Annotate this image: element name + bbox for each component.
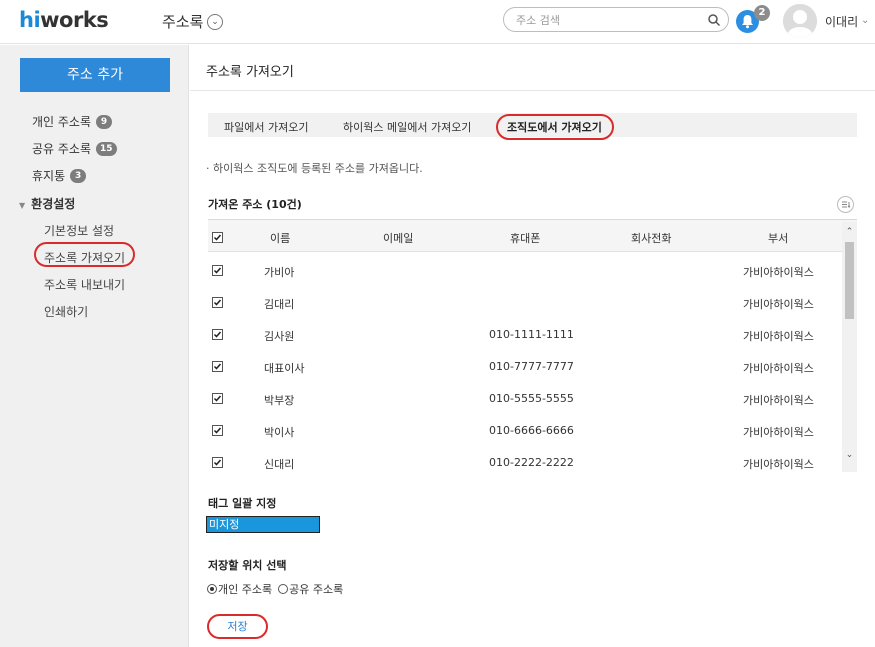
tag-title: 태그 일괄 지정: [208, 497, 277, 510]
list-sort-icon: [842, 201, 851, 209]
highlight-oval: [496, 114, 614, 140]
table-row[interactable]: 가비아 가비아하이웍스: [208, 254, 842, 286]
column-header-phone[interactable]: 회사전화: [631, 230, 671, 246]
cell-name: 대표이사: [264, 362, 305, 375]
scroll-down-icon[interactable]: ⌄: [844, 450, 855, 461]
top-header: hiworks 주소록 ⌄ 2 이대리 ⌄: [0, 0, 875, 44]
tab-mail-import[interactable]: 하이웍스 메일에서 가져오기: [343, 119, 471, 135]
check-icon: [213, 331, 222, 338]
user-icon: [783, 4, 817, 38]
cell-name: 박부장: [264, 394, 295, 407]
collapse-arrow-icon: ▼: [19, 201, 26, 210]
check-icon: [213, 234, 222, 241]
user-name[interactable]: 이대리: [825, 13, 858, 30]
row-checkbox[interactable]: [212, 329, 223, 340]
cell-name: 박이사: [264, 426, 295, 439]
check-icon: [213, 395, 222, 402]
page-title: 주소록 가져오기: [206, 65, 294, 80]
table-row[interactable]: 김대리 가비아하이웍스: [208, 286, 842, 318]
table-header: 이름 이메일 휴대폰 회사전화 부서: [208, 219, 857, 252]
check-icon: [213, 459, 222, 466]
row-checkbox[interactable]: [212, 265, 223, 276]
row-checkbox[interactable]: [212, 425, 223, 436]
notification-badge: 2: [754, 5, 770, 21]
cell-mobile: 010-6666-6666: [489, 424, 574, 437]
imported-count-title: 가져온 주소 (10건): [208, 198, 302, 211]
radio-personal-label[interactable]: 개인 주소록: [218, 581, 272, 597]
search-input[interactable]: [516, 11, 696, 29]
scroll-up-icon[interactable]: ⌃: [844, 227, 855, 238]
cell-dept: 가비아하이웍스: [743, 426, 814, 439]
cell-name: 신대리: [264, 458, 295, 471]
column-header-mobile[interactable]: 휴대폰: [510, 230, 540, 246]
sidebar-item-personal[interactable]: 개인 주소록 9: [32, 113, 113, 130]
row-checkbox[interactable]: [212, 297, 223, 308]
count-badge: 15: [96, 141, 117, 156]
hiworks-logo[interactable]: hiworks: [19, 8, 109, 32]
cell-mobile: 010-7777-7777: [489, 360, 574, 373]
cell-mobile: 010-1111-1111: [489, 328, 574, 341]
chevron-down-icon[interactable]: ⌄: [207, 14, 223, 30]
cell-name: 가비아: [264, 266, 295, 279]
radio-shared[interactable]: [278, 584, 289, 594]
check-icon: [213, 427, 222, 434]
radio-personal[interactable]: [207, 584, 217, 594]
search-box: [503, 7, 729, 32]
cell-mobile: 010-2222-2222: [489, 456, 574, 469]
check-icon: [213, 267, 222, 274]
sidebar-item-basic-info[interactable]: 기본정보 설정: [44, 222, 114, 239]
app-title[interactable]: 주소록: [162, 11, 203, 32]
sort-icon[interactable]: [837, 196, 854, 213]
table-row[interactable]: 김사원 010-1111-1111 가비아하이웍스: [208, 318, 842, 350]
add-address-button[interactable]: 주소 추가: [20, 58, 170, 92]
row-checkbox[interactable]: [212, 457, 223, 468]
divider: [190, 90, 875, 91]
check-icon: [213, 363, 222, 370]
row-checkbox[interactable]: [212, 393, 223, 404]
sidebar-item-export[interactable]: 주소록 내보내기: [44, 276, 125, 293]
cell-name: 김사원: [264, 330, 295, 343]
bell-icon: [742, 15, 753, 29]
search-icon[interactable]: [707, 13, 721, 27]
table-scrollbar[interactable]: ⌃ ⌄: [842, 222, 857, 472]
count-badge: 3: [70, 168, 87, 183]
sidebar-item-trash[interactable]: 휴지통 3: [32, 167, 87, 184]
cell-mobile: 010-5555-5555: [489, 392, 574, 405]
row-checkbox[interactable]: [212, 361, 223, 372]
cell-dept: 가비아하이웍스: [743, 266, 814, 279]
sidebar: 주소 추가 개인 주소록 9 공유 주소록 15 휴지통 3 ▼ 환경설정 기본정보 설…: [0, 45, 189, 647]
location-options: 개인 주소록 공유 주소록: [207, 581, 343, 597]
description-text: · 하이웍스 조직도에 등록된 주소를 가져옵니다.: [206, 162, 423, 175]
tab-file-import[interactable]: 파일에서 가져오기: [224, 119, 308, 135]
cell-dept: 가비아하이웍스: [743, 394, 814, 407]
avatar[interactable]: [783, 4, 817, 38]
count-badge: 9: [96, 114, 113, 129]
select-all-checkbox[interactable]: [212, 232, 223, 243]
table-row[interactable]: 대표이사 010-7777-7777 가비아하이웍스: [208, 350, 842, 382]
check-icon: [213, 299, 222, 306]
column-header-name[interactable]: 이름: [270, 230, 290, 246]
user-chevron-down-icon[interactable]: ⌄: [861, 15, 869, 26]
table-row[interactable]: 박부장 010-5555-5555 가비아하이웍스: [208, 382, 842, 414]
sidebar-item-shared[interactable]: 공유 주소록 15: [32, 140, 117, 157]
column-header-dept[interactable]: 부서: [768, 230, 788, 246]
cell-dept: 가비아하이웍스: [743, 298, 814, 311]
table-row[interactable]: 박이사 010-6666-6666 가비아하이웍스: [208, 414, 842, 446]
column-header-email[interactable]: 이메일: [383, 230, 413, 246]
location-title: 저장할 위치 선택: [208, 559, 287, 572]
sidebar-item-print[interactable]: 인쇄하기: [44, 303, 88, 320]
radio-shared-label[interactable]: 공유 주소록: [289, 581, 343, 597]
cell-dept: 가비아하이웍스: [743, 330, 814, 343]
cell-dept: 가비아하이웍스: [743, 458, 814, 471]
highlight-oval: [34, 242, 135, 267]
cell-dept: 가비아하이웍스: [743, 362, 814, 375]
address-table: 이름 이메일 휴대폰 회사전화 부서 가비아 가비아하이웍스 김대리 가비아하이웍스 김…: [208, 219, 857, 472]
sidebar-section-settings[interactable]: ▼ 환경설정: [19, 195, 75, 212]
tag-select[interactable]: 미지정: [206, 516, 320, 533]
table-row[interactable]: 신대리 010-2222-2222 가비아하이웍스: [208, 446, 842, 472]
scrollbar-thumb[interactable]: [845, 242, 854, 319]
cell-name: 김대리: [264, 298, 295, 311]
save-button[interactable]: 저장: [207, 614, 268, 639]
